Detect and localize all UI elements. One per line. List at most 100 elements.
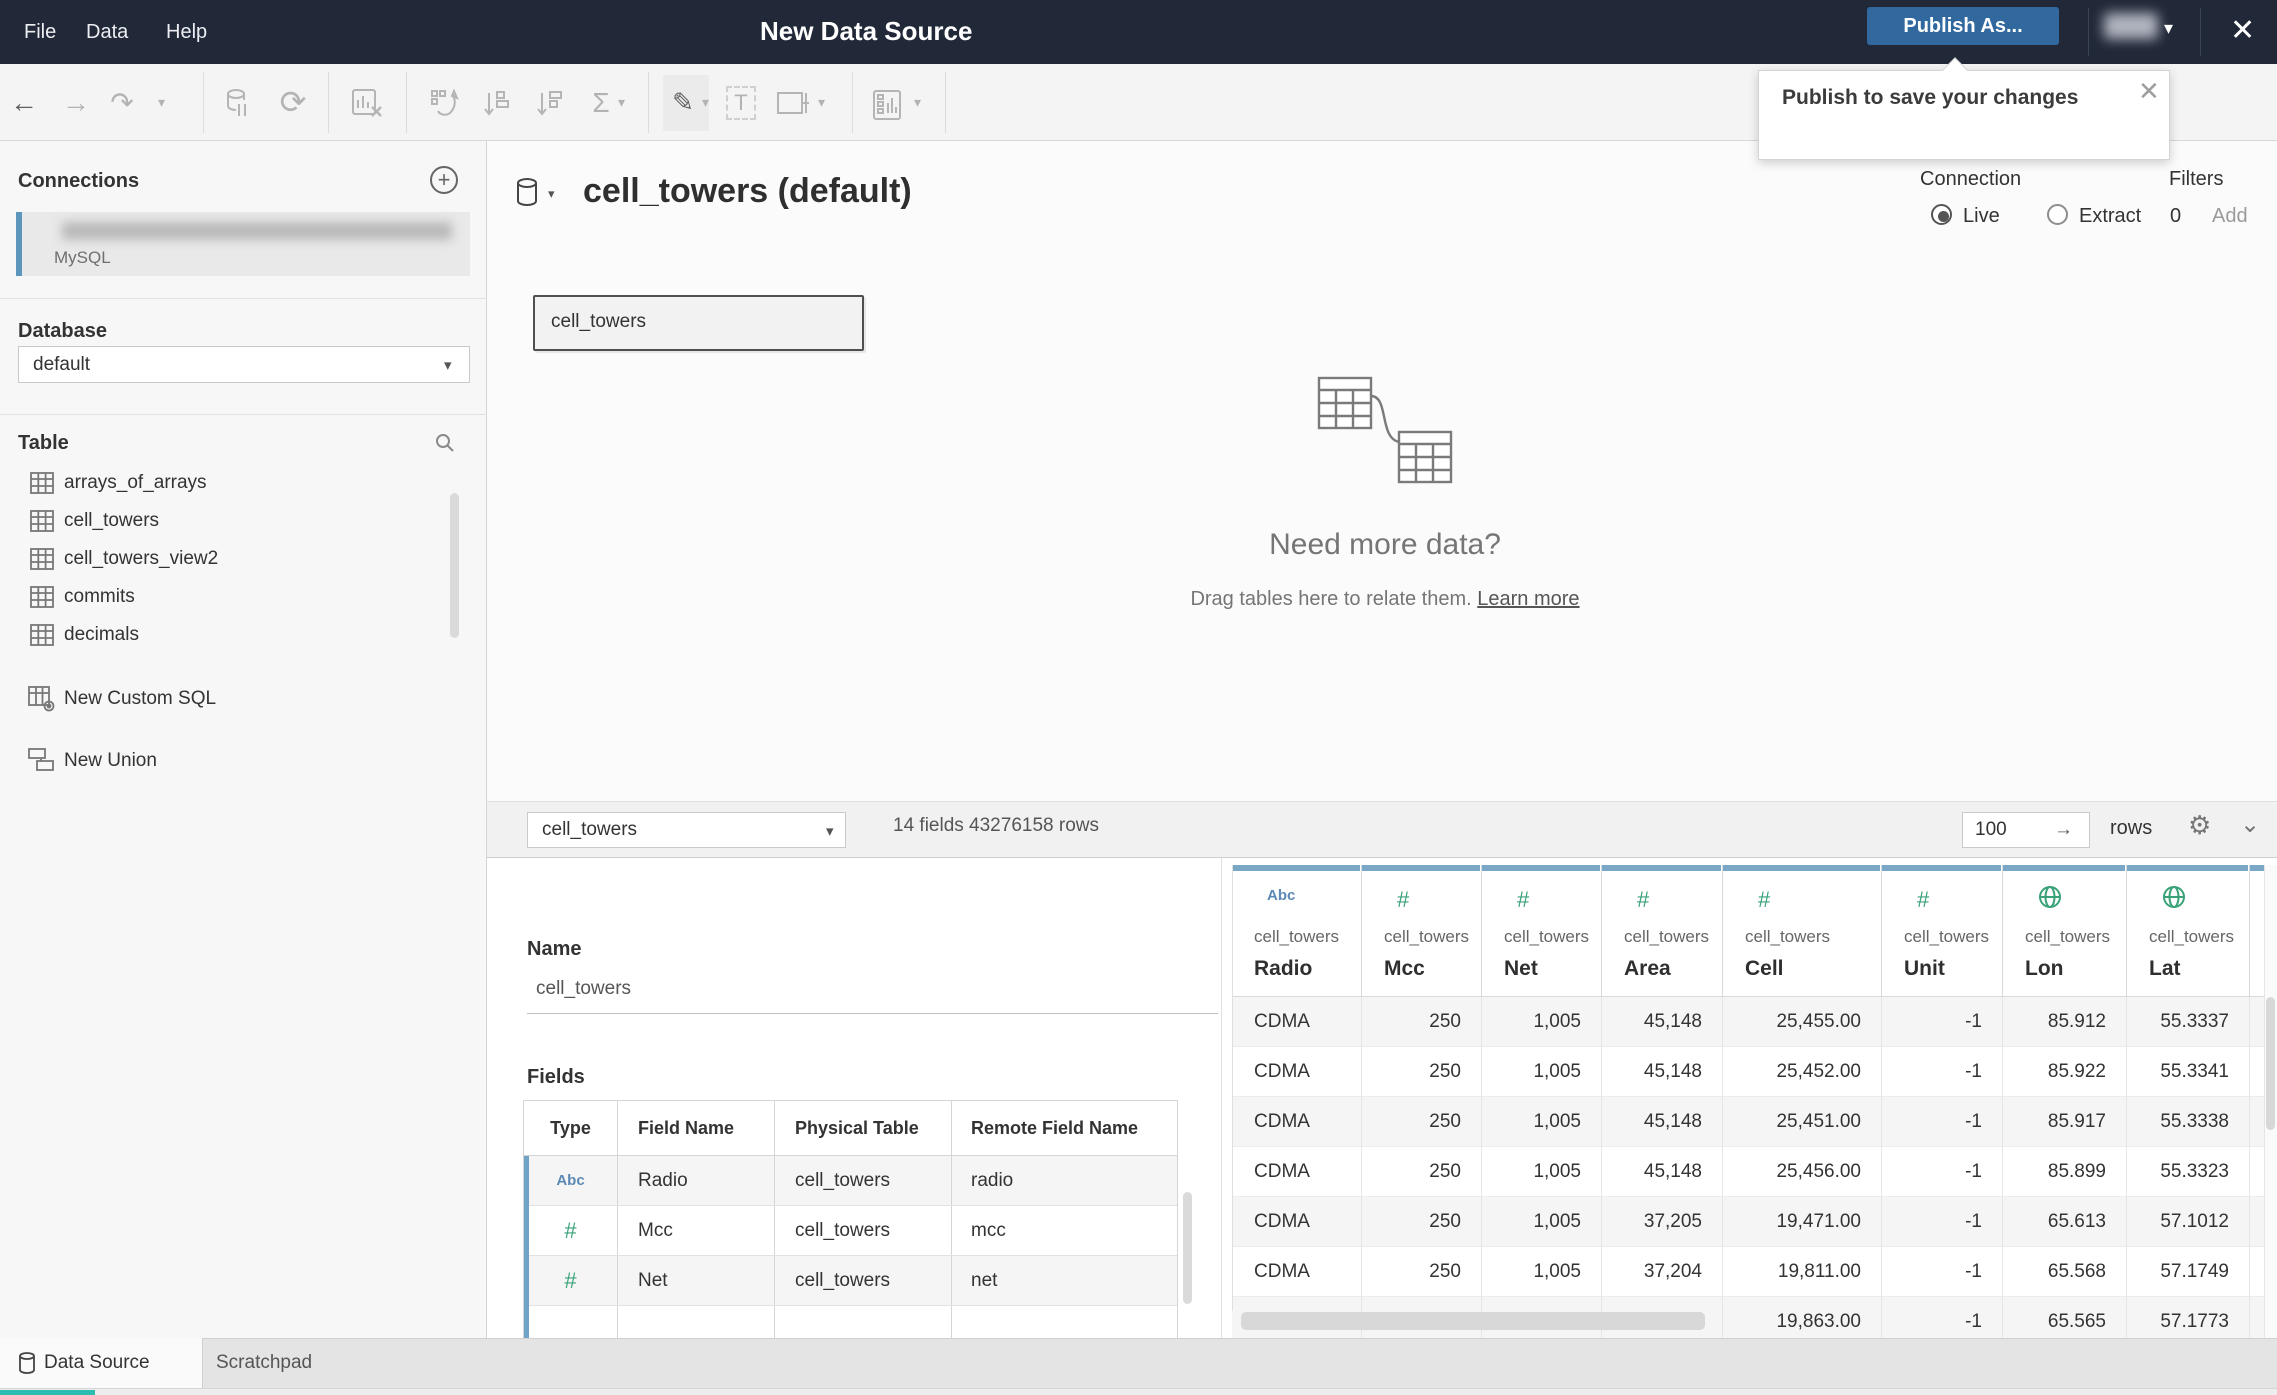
table-row: CDMA 250 1,005 37,205 19,471.00 -1 65.613 57.10… bbox=[1232, 1197, 2264, 1247]
grid-column-header[interactable]: # cell_towers Net bbox=[1482, 865, 1602, 997]
show-me-caret-icon[interactable]: ▾ bbox=[914, 64, 921, 141]
fit-caret-icon[interactable]: ▾ bbox=[818, 64, 825, 141]
replay-icon[interactable]: ↷ bbox=[106, 64, 138, 141]
totals-caret-icon[interactable]: ▾ bbox=[618, 64, 625, 141]
grid-cell: 1,005 bbox=[1482, 1047, 1602, 1097]
grid-column-header[interactable]: Abc cell_towers Radio bbox=[1232, 865, 1362, 997]
extract-radio-label[interactable]: Extract bbox=[2079, 205, 2141, 228]
grid-cell: 25,455.00 bbox=[1723, 997, 1882, 1047]
highlight-caret-icon[interactable]: ▾ bbox=[702, 64, 709, 141]
field-physical-table-cell: cell_towers bbox=[775, 1206, 952, 1255]
apply-row-count-arrow-icon[interactable]: → bbox=[2054, 812, 2073, 848]
fields-table-scrollbar[interactable] bbox=[1183, 1192, 1192, 1304]
grid-cell: CDMA bbox=[1232, 1247, 1362, 1297]
sort-descending-icon[interactable] bbox=[535, 89, 565, 119]
grid-cell: 25,456.00 bbox=[1723, 1147, 1882, 1197]
user-avatar[interactable] bbox=[2104, 13, 2158, 39]
table-row: CDMA 250 1,005 37,204 19,811.00 -1 65.568 57.17… bbox=[1232, 1247, 2264, 1297]
grid-cell: 45,148 bbox=[1602, 1047, 1723, 1097]
tab-scratchpad[interactable]: Scratchpad bbox=[216, 1338, 312, 1388]
column-name: Radio bbox=[1254, 957, 1313, 980]
show-me-panel-icon[interactable] bbox=[872, 89, 904, 121]
column-name: Area bbox=[1624, 957, 1671, 980]
table-grid-icon bbox=[30, 624, 54, 646]
undo-icon[interactable]: ← bbox=[8, 64, 40, 141]
column-accent-bar bbox=[2127, 865, 2248, 871]
swap-rows-columns-icon[interactable] bbox=[430, 89, 460, 119]
add-connection-plus-icon[interactable]: + bbox=[430, 166, 458, 194]
name-value-input[interactable]: cell_towers bbox=[536, 978, 631, 1000]
sort-ascending-icon[interactable] bbox=[482, 89, 512, 119]
table-search-icon[interactable] bbox=[434, 432, 456, 454]
sidebar-item-table[interactable]: commits bbox=[64, 586, 135, 608]
sidebar-item-table[interactable]: cell_towers_view2 bbox=[64, 548, 218, 570]
field-name-cell: Mcc bbox=[618, 1206, 775, 1255]
grid-collapse-chevron-icon[interactable]: ⌄ bbox=[2240, 810, 2260, 839]
refresh-icon[interactable]: ⟳ bbox=[276, 64, 310, 141]
publish-tooltip-close-icon[interactable]: ✕ bbox=[2138, 76, 2160, 107]
data-source-cylinder-icon[interactable] bbox=[515, 178, 541, 208]
text-label-icon[interactable]: T bbox=[726, 86, 756, 120]
live-radio[interactable] bbox=[1931, 204, 1952, 225]
grid-cell: 1,005 bbox=[1482, 1247, 1602, 1297]
live-radio-label[interactable]: Live bbox=[1963, 205, 2000, 228]
publish-as-button[interactable]: Publish As... bbox=[1867, 7, 2059, 45]
fit-width-icon[interactable] bbox=[776, 89, 810, 119]
grid-column-header[interactable]: # cell_towers Area bbox=[1602, 865, 1723, 997]
grid-cell: 250 bbox=[1362, 1047, 1482, 1097]
table-list-scrollbar[interactable] bbox=[450, 493, 459, 638]
sidebar-item-table[interactable]: arrays_of_arrays bbox=[64, 472, 207, 494]
grid-settings-gear-icon[interactable]: ⚙ bbox=[2188, 810, 2211, 841]
grid-table-select[interactable]: cell_towers bbox=[527, 812, 846, 848]
grid-cell: 45,148 bbox=[1602, 1147, 1723, 1197]
sidebar-item-new-union[interactable]: New Union bbox=[64, 750, 157, 772]
column-name: Cell bbox=[1745, 957, 1784, 980]
tab-data-source-label[interactable]: Data Source bbox=[44, 1338, 150, 1388]
grid-column-header[interactable]: cell_towers Lon bbox=[2003, 865, 2127, 997]
window-close-icon[interactable]: ✕ bbox=[2230, 12, 2255, 50]
grid-cell: -1 bbox=[1882, 1197, 2003, 1247]
sidebar-item-table[interactable]: decimals bbox=[64, 624, 139, 646]
totals-sigma-icon[interactable]: Σ bbox=[585, 64, 617, 141]
number-type-icon: # bbox=[1917, 887, 1930, 912]
user-menu-caret-icon[interactable]: ▾ bbox=[2164, 18, 2173, 39]
data-source-caret-icon[interactable]: ▾ bbox=[548, 186, 555, 202]
grid-cell: 19,471.00 bbox=[1723, 1197, 1882, 1247]
number-type-icon: # bbox=[1517, 887, 1530, 912]
sidebar-item-table[interactable]: cell_towers bbox=[64, 510, 159, 532]
data-preview-grid: Abc cell_towers Radio # cell_towers Mcc … bbox=[1222, 858, 2277, 1338]
grid-column-header[interactable]: cell_towers Lat bbox=[2127, 865, 2250, 997]
menu-data[interactable]: Data bbox=[86, 0, 128, 64]
pause-data-source-icon[interactable] bbox=[224, 89, 252, 119]
database-select[interactable]: default bbox=[18, 346, 470, 383]
column-name: Net bbox=[1504, 957, 1538, 980]
clear-sheet-icon[interactable] bbox=[352, 89, 384, 119]
fields-row[interactable]: Abc Radio cell_towers radio bbox=[524, 1156, 1177, 1206]
grid-column-header[interactable]: # cell_towers Cell bbox=[1723, 865, 1882, 997]
grid-cell: CDMA bbox=[1232, 1047, 1362, 1097]
grid-vertical-scrollbar-thumb[interactable] bbox=[2266, 997, 2275, 1130]
menu-help[interactable]: Help bbox=[166, 0, 207, 64]
grid-column-header[interactable]: # cell_towers Unit bbox=[1882, 865, 2003, 997]
grid-horizontal-scrollbar[interactable] bbox=[1241, 1312, 1705, 1330]
field-remote-name-cell: mcc bbox=[971, 1220, 1006, 1241]
fields-row[interactable]: # Net cell_towers net bbox=[524, 1256, 1177, 1306]
grid-cell: 250 bbox=[1362, 1097, 1482, 1147]
filters-add-link[interactable]: Add bbox=[2212, 205, 2248, 228]
extract-radio[interactable] bbox=[2047, 204, 2068, 225]
column-accent-bar bbox=[1482, 865, 1600, 871]
grid-cell: 25,451.00 bbox=[1723, 1097, 1882, 1147]
highlight-pen-icon[interactable]: ✎ bbox=[668, 64, 698, 141]
grid-cell: 55.3341 bbox=[2127, 1047, 2250, 1097]
grid-column-header[interactable]: # cell_towers Mcc bbox=[1362, 865, 1482, 997]
sidebar-item-new-custom-sql[interactable]: New Custom SQL bbox=[64, 688, 216, 710]
grid-cell: 65.565 bbox=[2003, 1297, 2127, 1338]
sidebar-divider bbox=[0, 298, 487, 299]
redo-icon[interactable]: → bbox=[60, 64, 92, 141]
replay-caret-icon[interactable]: ▾ bbox=[158, 64, 165, 141]
grid-cell: 57.1773 bbox=[2127, 1297, 2250, 1338]
learn-more-link[interactable]: Learn more bbox=[1477, 588, 1579, 610]
menu-file[interactable]: File bbox=[24, 0, 56, 64]
fields-row[interactable]: # Mcc cell_towers mcc bbox=[524, 1206, 1177, 1256]
column-accent-bar bbox=[2250, 865, 2264, 871]
